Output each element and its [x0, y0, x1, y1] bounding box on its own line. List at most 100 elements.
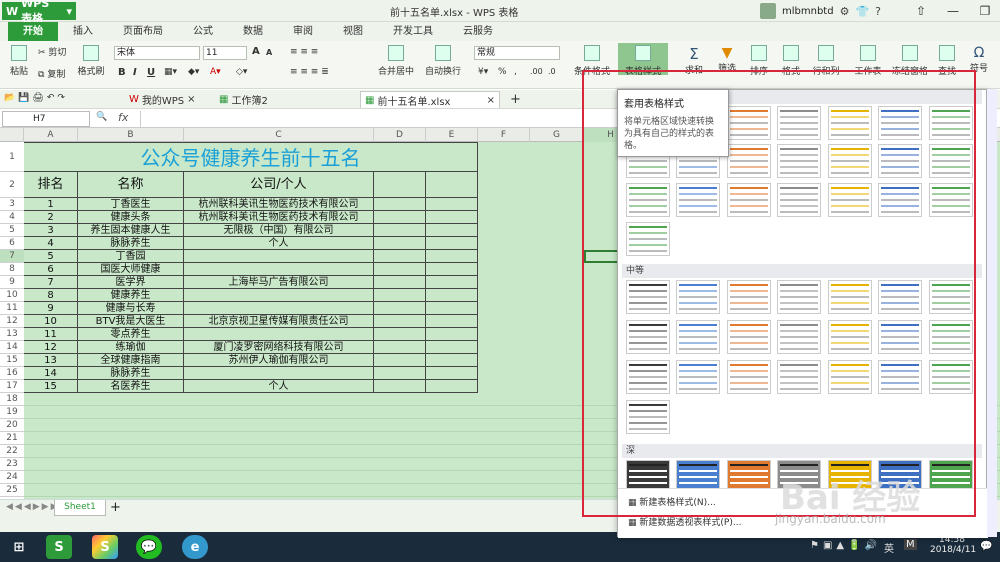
table-style-swatch[interactable]	[929, 360, 973, 394]
table-cell[interactable]: 1	[24, 198, 78, 211]
clear-icon[interactable]: ◇▾	[236, 67, 247, 77]
tab-my-wps[interactable]: W 我的WPS ×	[125, 91, 200, 108]
close-icon[interactable]: ×	[187, 94, 195, 105]
table-style-swatch[interactable]	[727, 320, 771, 354]
table-cell[interactable]	[374, 328, 426, 341]
table-cell[interactable]: 名医养生	[78, 380, 184, 393]
conditional-format-button[interactable]: 条件格式	[570, 45, 614, 77]
system-tray-icons[interactable]: ⚑▣▲🔋🔊	[810, 540, 881, 551]
table-cell[interactable]	[426, 211, 478, 224]
name-box[interactable]: H7	[2, 111, 90, 127]
table-cell[interactable]: 脉脉养生	[78, 237, 184, 250]
row-header[interactable]: 7	[0, 250, 24, 263]
table-cell[interactable]: 4	[24, 237, 78, 250]
tab-data[interactable]: 数据	[228, 22, 278, 41]
ime-mode-icon[interactable]: M	[904, 539, 917, 550]
table-style-swatch[interactable]	[676, 360, 720, 394]
table-style-swatch[interactable]	[878, 360, 922, 394]
table-style-swatch[interactable]	[878, 183, 922, 217]
settings-icon[interactable]: ⚙	[840, 5, 850, 18]
table-cell[interactable]	[374, 198, 426, 211]
table-style-button[interactable]: 表格样式	[618, 43, 668, 77]
worksheet-button[interactable]: 工作表	[850, 45, 886, 77]
table-cell[interactable]	[374, 315, 426, 328]
row-header[interactable]: 14	[0, 341, 24, 354]
table-cell[interactable]: 健康与长寿	[78, 302, 184, 315]
row-header[interactable]: 25	[0, 484, 24, 497]
table-cell[interactable]: 健康头条	[78, 211, 184, 224]
table-style-swatch[interactable]	[828, 280, 872, 314]
table-style-swatch[interactable]	[777, 144, 821, 178]
increase-decimal-button[interactable]: .00	[530, 67, 543, 76]
upload-icon[interactable]: ⇧	[905, 0, 937, 22]
table-cell[interactable]	[184, 367, 374, 380]
table-cell[interactable]	[184, 250, 374, 263]
percent-button[interactable]: %	[498, 67, 507, 77]
decrease-font-button[interactable]: A	[266, 48, 272, 57]
font-size-select[interactable]: 11	[203, 46, 247, 60]
sogou-icon[interactable]: S	[92, 535, 118, 559]
table-style-swatch[interactable]	[878, 106, 922, 140]
row-header[interactable]: 23	[0, 458, 24, 471]
row-header[interactable]: 6	[0, 237, 24, 250]
row-header[interactable]: 19	[0, 406, 24, 419]
column-header[interactable]: C	[184, 128, 374, 142]
notification-icon[interactable]: 💬	[980, 541, 992, 552]
cut-button[interactable]: ✂ 剪切	[38, 45, 66, 58]
tab-current-file[interactable]: ▦ 前十五名单.xlsx ×	[360, 91, 500, 108]
table-style-swatch[interactable]	[929, 320, 973, 354]
table-cell[interactable]	[426, 315, 478, 328]
table-cell[interactable]	[426, 237, 478, 250]
table-cell[interactable]	[426, 367, 478, 380]
table-style-swatch[interactable]	[727, 144, 771, 178]
row-header[interactable]: 4	[0, 211, 24, 224]
row-header[interactable]: 20	[0, 419, 24, 432]
table-style-swatch[interactable]	[828, 183, 872, 217]
windows-start-icon[interactable]: ⊞	[6, 535, 32, 559]
minimize-button[interactable]: —	[937, 0, 969, 22]
table-cell[interactable]: 练瑜伽	[78, 341, 184, 354]
table-style-swatch[interactable]	[828, 360, 872, 394]
format-painter-button[interactable]: 格式刷	[74, 45, 108, 77]
table-cell[interactable]	[426, 289, 478, 302]
row-header[interactable]: 16	[0, 367, 24, 380]
table-cell[interactable]	[374, 172, 426, 198]
rows-cols-button[interactable]: 行和列	[808, 45, 844, 77]
table-style-swatch[interactable]	[929, 106, 973, 140]
table-cell[interactable]: 名称	[78, 172, 184, 198]
sort-button[interactable]: 排序	[744, 45, 774, 77]
underline-button[interactable]: U	[147, 67, 155, 78]
zoom-icon[interactable]: 🔍	[96, 112, 107, 122]
table-style-swatch[interactable]	[727, 280, 771, 314]
table-style-swatch[interactable]	[929, 144, 973, 178]
clock[interactable]: 14:58 2018/4/11	[930, 535, 976, 555]
table-style-swatch[interactable]	[626, 280, 670, 314]
table-cell[interactable]	[426, 276, 478, 289]
table-cell[interactable]: 12	[24, 341, 78, 354]
border-icon[interactable]: ▦▾	[164, 67, 177, 77]
table-cell[interactable]: BTV我是大医生	[78, 315, 184, 328]
table-cell[interactable]	[426, 328, 478, 341]
table-cell[interactable]	[184, 328, 374, 341]
row-header[interactable]: 10	[0, 289, 24, 302]
table-cell[interactable]	[426, 380, 478, 393]
table-cell[interactable]	[374, 250, 426, 263]
table-style-swatch[interactable]	[828, 144, 872, 178]
table-style-swatch[interactable]	[828, 320, 872, 354]
row-header[interactable]: 9	[0, 276, 24, 289]
select-all[interactable]	[0, 128, 24, 142]
table-cell[interactable]	[184, 263, 374, 276]
table-cell[interactable]: 5	[24, 250, 78, 263]
row-header[interactable]: 12	[0, 315, 24, 328]
table-style-swatch[interactable]	[727, 183, 771, 217]
table-cell[interactable]: 9	[24, 302, 78, 315]
table-cell[interactable]: 公司/个人	[184, 172, 374, 198]
row-header[interactable]: 8	[0, 263, 24, 276]
table-cell[interactable]	[426, 263, 478, 276]
wrap-text-button[interactable]: 自动换行	[424, 45, 462, 77]
skin-icon[interactable]: 👕	[855, 5, 869, 18]
tab-insert[interactable]: 插入	[58, 22, 108, 41]
app-menu-button[interactable]: W WPS 表格 ▾	[2, 0, 76, 25]
table-cell[interactable]	[426, 172, 478, 198]
table-cell[interactable]: 6	[24, 263, 78, 276]
